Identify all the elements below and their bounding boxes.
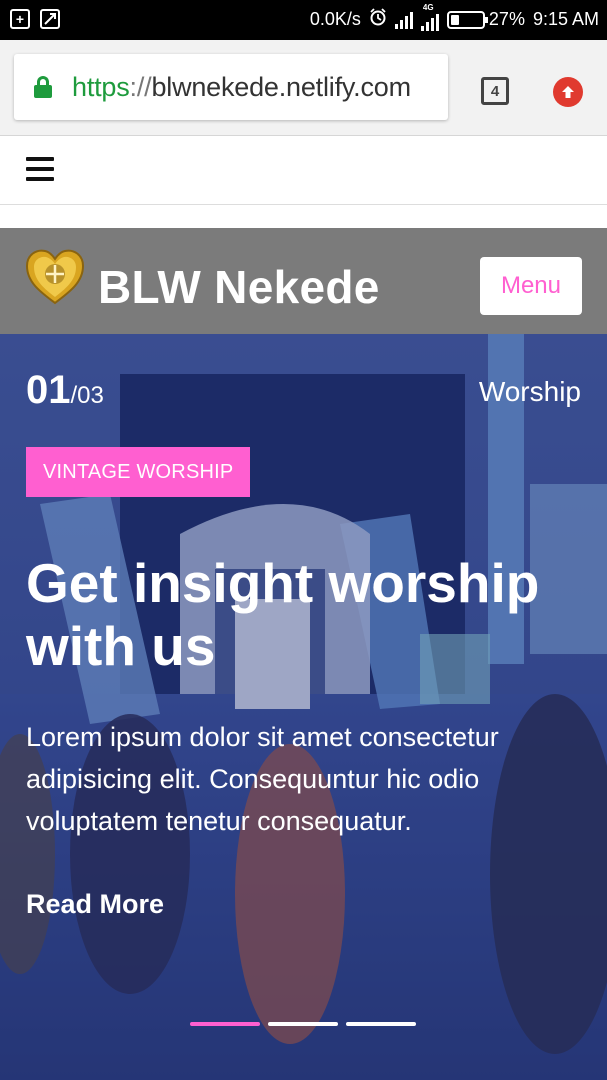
status-right: 0.0K/s 4G 27% 9:15 AM bbox=[309, 3, 599, 31]
read-more-link[interactable]: Read More bbox=[26, 889, 164, 920]
signal-4g-icon: 4G bbox=[420, 3, 439, 31]
lock-icon bbox=[34, 76, 52, 98]
battery-fill bbox=[450, 14, 459, 25]
slide-category: Worship bbox=[478, 376, 581, 407]
url-scheme: https bbox=[72, 71, 130, 102]
tab-count: 4 bbox=[490, 82, 500, 100]
slide-dot-2[interactable] bbox=[268, 1022, 338, 1026]
slide-counter: 01/03 bbox=[26, 368, 104, 413]
site-logo-icon[interactable] bbox=[24, 247, 86, 305]
battery-percent: 27% bbox=[488, 9, 525, 29]
menu-button[interactable]: Menu bbox=[480, 257, 582, 315]
alarm-icon bbox=[369, 8, 387, 31]
clock: 9:15 AM bbox=[532, 9, 599, 29]
category-badge[interactable]: VINTAGE WORSHIP bbox=[26, 447, 251, 497]
slide-dot-1[interactable] bbox=[190, 1022, 260, 1026]
slider-pagination bbox=[190, 1022, 416, 1026]
screenshot-icon bbox=[40, 9, 60, 29]
site-title[interactable]: BLW Nekede bbox=[98, 260, 380, 314]
site-header: BLW Nekede Menu bbox=[0, 228, 607, 334]
hero-overlay bbox=[0, 334, 607, 1080]
browser-toolbar: https://blwnekede.netlify.com 4 bbox=[0, 40, 607, 136]
url-host: blwnekede.netlify.com bbox=[151, 71, 411, 102]
battery-indicator: 27% bbox=[446, 9, 525, 30]
slide-current: 01 bbox=[26, 368, 71, 412]
tabs-icon[interactable]: 4 bbox=[481, 77, 509, 105]
hero-description: Lorem ipsum dolor sit amet consectetur a… bbox=[26, 722, 499, 836]
network-speed: 0.0K/s bbox=[309, 9, 361, 29]
status-bar: + 0.0K/s 4G 27% 9:15 AM bbox=[0, 0, 607, 40]
signal-icon bbox=[394, 11, 413, 29]
address-bar[interactable]: https://blwnekede.netlify.com bbox=[14, 54, 448, 120]
battery-saver-icon: + bbox=[10, 9, 30, 29]
hero-slider: 01/03 Worship VINTAGE WORSHIP Get insigh… bbox=[0, 334, 607, 1080]
url-separator: :// bbox=[129, 71, 152, 102]
battery-icon bbox=[446, 10, 488, 29]
url-text[interactable]: https://blwnekede.netlify.com bbox=[72, 72, 411, 103]
status-left-icons: + bbox=[10, 9, 60, 29]
page-nav-bar bbox=[0, 137, 607, 205]
slide-total: /03 bbox=[70, 382, 104, 409]
hero-title: Get insight worship with us bbox=[26, 552, 540, 677]
update-icon[interactable] bbox=[553, 77, 583, 107]
slide-dot-3[interactable] bbox=[346, 1022, 416, 1026]
network-type: 4G bbox=[422, 2, 434, 12]
hamburger-menu-icon[interactable] bbox=[26, 157, 54, 181]
